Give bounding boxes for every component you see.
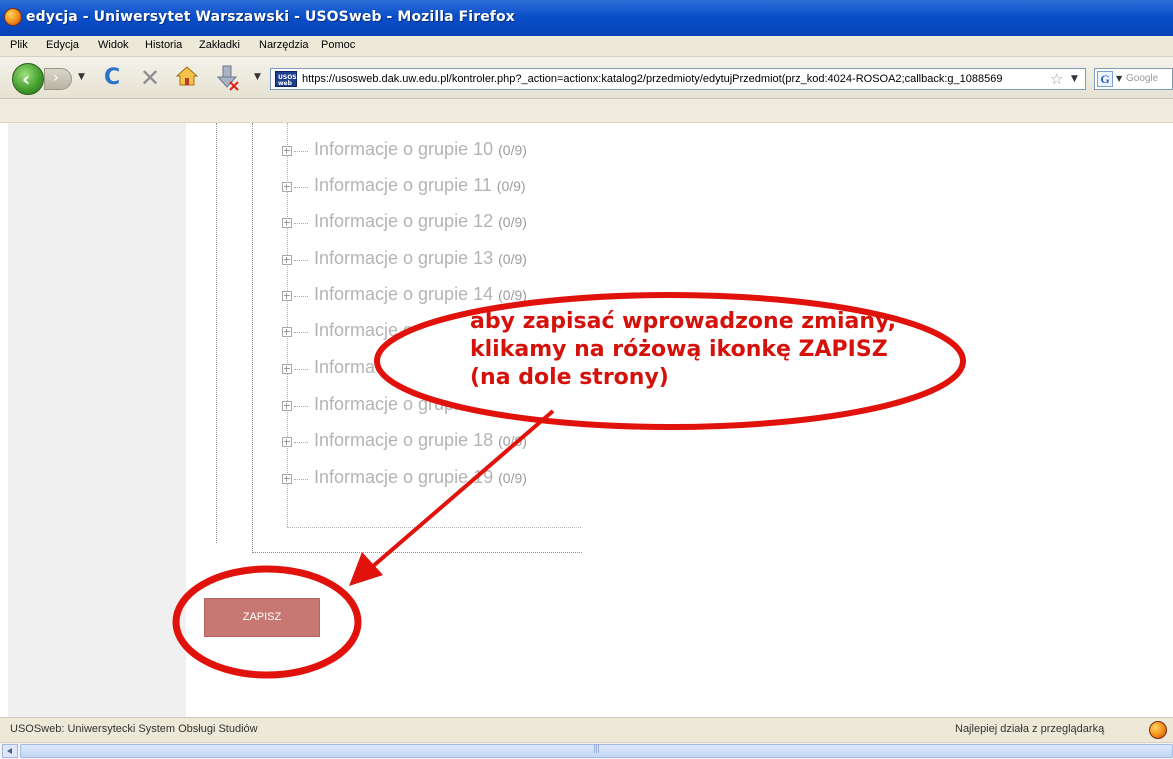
search-engine-dropdown-icon[interactable]: ▼: [1116, 74, 1122, 83]
group-count: (0/9): [498, 470, 527, 486]
group-label[interactable]: Informacje o grupie 15 (0/9): [314, 320, 527, 341]
group-count: (0/9): [498, 323, 527, 339]
scrollbar-thumb[interactable]: [20, 744, 1173, 758]
group-label[interactable]: Informacje o grupie 11 (0/9): [314, 175, 526, 196]
site-favicon-icon: USOS web: [275, 71, 297, 87]
group-count: (0/9): [496, 178, 526, 194]
group-count: (0/9): [498, 142, 527, 158]
group-count: (0/9): [498, 360, 527, 376]
expand-plus-icon[interactable]: [282, 364, 292, 374]
expand-plus-icon[interactable]: [282, 437, 292, 447]
group-count: (0/9): [498, 287, 527, 303]
group-label[interactable]: Informacje o grupie 16 (0/9): [314, 357, 527, 378]
firefox-icon[interactable]: [1149, 721, 1167, 739]
url-bar[interactable]: USOS web https://usosweb.dak.uw.edu.pl/k…: [270, 68, 1086, 90]
navigation-toolbar: ‹ › ▼ C ✕ ▼ USOS web https://usosweb.dak…: [0, 57, 1173, 99]
menu-edycja[interactable]: Edycja: [46, 39, 79, 51]
status-right-text: Najlepiej działa z przeglądarką: [955, 723, 1105, 735]
browser-window: edycja - Uniwersytet Warszawski - USOSwe…: [0, 0, 1173, 759]
scroll-left-arrow-icon[interactable]: [2, 744, 18, 758]
tree-connector: [294, 296, 308, 297]
tree-connector: [294, 442, 308, 443]
title-bar: edycja - Uniwersytet Warszawski - USOSwe…: [0, 0, 1173, 36]
bookmarks-bar: [0, 99, 1173, 123]
status-bar: USOSweb: Uniwersytecki System Obsługi St…: [0, 717, 1173, 742]
tree-connector: [294, 260, 308, 261]
tree-connector: [294, 479, 308, 480]
horizontal-scrollbar[interactable]: [0, 742, 1173, 759]
history-dropdown-icon[interactable]: ▼: [78, 72, 85, 82]
expand-plus-icon[interactable]: [282, 218, 292, 228]
tree-connector: [294, 223, 308, 224]
url-dropdown-icon[interactable]: ▼: [1071, 74, 1078, 84]
forward-button[interactable]: ›: [44, 68, 72, 90]
window-title: edycja - Uniwersytet Warszawski - USOSwe…: [26, 9, 515, 25]
back-arrow-icon: ‹: [22, 67, 31, 91]
tree-inner-bottom-line: [287, 527, 581, 528]
google-search-icon[interactable]: G: [1097, 71, 1113, 87]
left-column: [8, 123, 186, 717]
menu-pomoc[interactable]: Pomoc: [321, 39, 355, 51]
group-label[interactable]: Informacje o grupie 13 (0/9): [314, 248, 527, 269]
group-count: (0/9): [498, 214, 527, 230]
bookmark-star-icon[interactable]: ☆: [1050, 70, 1063, 88]
menu-narzedzia[interactable]: Narzędzia: [259, 39, 309, 51]
tree-outer-line: [216, 123, 217, 543]
expand-plus-icon[interactable]: [282, 401, 292, 411]
download-icon[interactable]: [216, 65, 240, 91]
expand-plus-icon[interactable]: [282, 327, 292, 337]
search-input[interactable]: Google: [1126, 73, 1158, 84]
save-button[interactable]: ZAPISZ: [204, 598, 320, 637]
reload-icon[interactable]: C: [104, 65, 120, 90]
group-count: (0/9): [498, 433, 527, 449]
tree-connector: [294, 369, 308, 370]
group-count: (0/9): [498, 251, 527, 267]
menu-zakladki[interactable]: Zakładki: [199, 39, 240, 51]
expand-plus-icon[interactable]: [282, 146, 292, 156]
forward-arrow-icon: ›: [53, 70, 59, 86]
search-bar[interactable]: G ▼ Google: [1094, 68, 1173, 90]
url-input[interactable]: https://usosweb.dak.uw.edu.pl/kontroler.…: [302, 73, 1046, 85]
status-left-text: USOSweb: Uniwersytecki System Obsługi St…: [10, 723, 258, 735]
url-history-dropdown-icon[interactable]: ▼: [254, 72, 261, 82]
group-label[interactable]: Informacje o grupie 17 (0/9): [314, 394, 527, 415]
expand-plus-icon[interactable]: [282, 474, 292, 484]
page-content: Informacje o grupie 10 (0/9) Informacje …: [8, 123, 1173, 717]
home-icon[interactable]: [176, 65, 198, 87]
expand-plus-icon[interactable]: [282, 182, 292, 192]
group-label[interactable]: Informacje o grupie 10 (0/9): [314, 139, 527, 160]
back-button[interactable]: ‹: [12, 63, 44, 95]
firefox-icon: [4, 8, 22, 26]
group-label[interactable]: Informacje o grupie 19 (0/9): [314, 467, 527, 488]
tree-connector: [294, 187, 308, 188]
group-label[interactable]: Informacje o grupie 14 (0/9): [314, 284, 527, 305]
group-label[interactable]: Informacje o grupie 12 (0/9): [314, 211, 527, 232]
group-label[interactable]: Informacje o grupie 18 (0/9): [314, 430, 527, 451]
expand-plus-icon[interactable]: [282, 255, 292, 265]
tree-connector: [294, 332, 308, 333]
tree-connector: [294, 406, 308, 407]
menu-historia[interactable]: Historia: [145, 39, 182, 51]
menu-widok[interactable]: Widok: [98, 39, 129, 51]
tree-connector: [294, 151, 308, 152]
stop-icon[interactable]: ✕: [140, 64, 160, 92]
menu-bar: Plik Edycja Widok Historia Zakładki Narz…: [0, 36, 1173, 57]
menu-plik[interactable]: Plik: [10, 39, 28, 51]
group-count: (0/9): [498, 397, 527, 413]
expand-plus-icon[interactable]: [282, 291, 292, 301]
